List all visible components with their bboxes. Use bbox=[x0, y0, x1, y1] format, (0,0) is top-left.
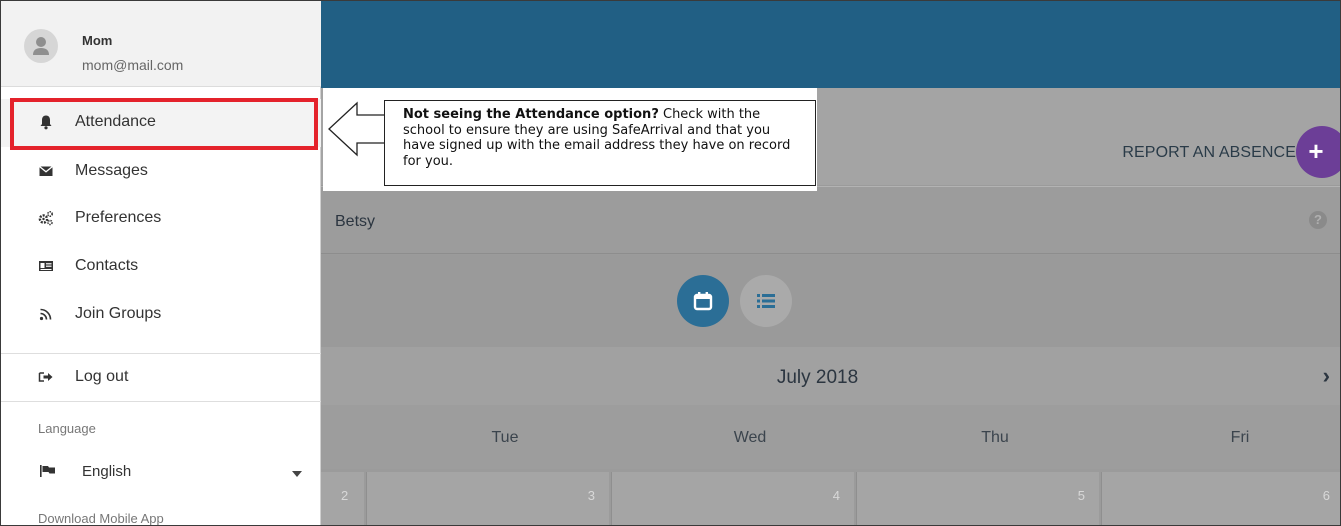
profile-header: Mom mom@mail.com bbox=[1, 1, 321, 87]
list-view-button[interactable] bbox=[740, 275, 792, 327]
weekday-label: Thu bbox=[981, 429, 1009, 446]
sidebar-item-label: Join Groups bbox=[75, 305, 162, 322]
report-absence-label[interactable]: REPORT AN ABSENCE bbox=[1122, 144, 1296, 162]
calendar-icon bbox=[693, 292, 713, 311]
list-icon bbox=[757, 294, 775, 308]
sidebar-item-label: Log out bbox=[75, 368, 129, 385]
student-name: Betsy bbox=[335, 213, 376, 230]
left-arrow-icon bbox=[328, 101, 387, 157]
sidebar-item-messages[interactable]: Messages bbox=[1, 148, 321, 196]
weekday-header-row: Tue Wed Thu Fri bbox=[321, 405, 1340, 469]
main-content: REPORT AN ABSENCE + Betsy ? July 2018 › … bbox=[321, 1, 1340, 525]
weekday-label: Wed bbox=[733, 429, 767, 446]
sidebar-item-join-groups[interactable]: Join Groups bbox=[1, 291, 321, 339]
language-select[interactable]: English bbox=[1, 450, 321, 494]
language-value: English bbox=[82, 463, 132, 480]
calendar-day[interactable]: 3 bbox=[366, 472, 609, 525]
download-mobile-app-link[interactable]: Download Mobile App bbox=[38, 511, 164, 525]
day-number: 3 bbox=[587, 488, 595, 503]
flag-icon bbox=[40, 465, 55, 477]
month-navigation: July 2018 › bbox=[321, 347, 1340, 405]
nav-drawer: Mom mom@mail.com Attendance Messages Pre… bbox=[1, 1, 321, 525]
profile-email: mom@mail.com bbox=[82, 57, 184, 73]
person-avatar-icon bbox=[24, 29, 58, 63]
sign-out-icon bbox=[38, 372, 53, 382]
top-app-bar bbox=[321, 1, 1340, 88]
calendar-view-button[interactable] bbox=[677, 275, 729, 327]
sidebar-item-preferences[interactable]: Preferences bbox=[1, 195, 321, 243]
weekday-label: Tue bbox=[491, 429, 519, 446]
calendar-day[interactable]: 6 bbox=[1101, 472, 1340, 525]
calendar-day[interactable]: 2 bbox=[321, 472, 364, 525]
weekday-label: Fri bbox=[1230, 429, 1250, 446]
day-number: 5 bbox=[1077, 488, 1085, 503]
sidebar-item-label: Contacts bbox=[75, 257, 139, 274]
gears-icon bbox=[38, 210, 54, 226]
language-heading: Language bbox=[38, 421, 96, 436]
report-absence-button[interactable]: + bbox=[1296, 126, 1340, 178]
nav-divider bbox=[1, 401, 321, 402]
student-selector-row[interactable]: Betsy ? bbox=[321, 186, 1340, 254]
calendar-day[interactable]: 5 bbox=[856, 472, 1099, 525]
sidebar-item-label: Messages bbox=[75, 162, 148, 179]
plus-icon: + bbox=[1308, 136, 1324, 166]
envelope-icon bbox=[39, 165, 53, 176]
callout-question: Not seeing the Attendance option? bbox=[403, 107, 659, 122]
day-number: 6 bbox=[1322, 488, 1330, 503]
calendar-week-row: 2 3 4 5 6 bbox=[321, 469, 1340, 525]
day-number: 2 bbox=[341, 488, 349, 503]
day-number: 4 bbox=[832, 488, 840, 503]
calendar-day[interactable]: 4 bbox=[611, 472, 854, 525]
sidebar-item-log-out[interactable]: Log out bbox=[1, 354, 321, 402]
profile-name: Mom bbox=[82, 33, 113, 48]
chevron-down-icon bbox=[292, 471, 302, 477]
sidebar-item-contacts[interactable]: Contacts bbox=[1, 243, 321, 291]
next-month-icon[interactable]: › bbox=[1323, 363, 1330, 389]
view-toggle-row bbox=[321, 255, 1340, 347]
id-card-icon bbox=[39, 261, 53, 271]
rss-icon bbox=[39, 308, 52, 321]
attendance-highlight bbox=[10, 98, 318, 150]
month-title: July 2018 bbox=[776, 367, 859, 388]
screenshot-frame: REPORT AN ABSENCE + Betsy ? July 2018 › … bbox=[0, 0, 1341, 526]
help-icon[interactable]: ? bbox=[1309, 211, 1327, 229]
callout-note: Not seeing the Attendance option? Check … bbox=[384, 100, 816, 186]
sidebar-item-label: Preferences bbox=[75, 209, 162, 226]
